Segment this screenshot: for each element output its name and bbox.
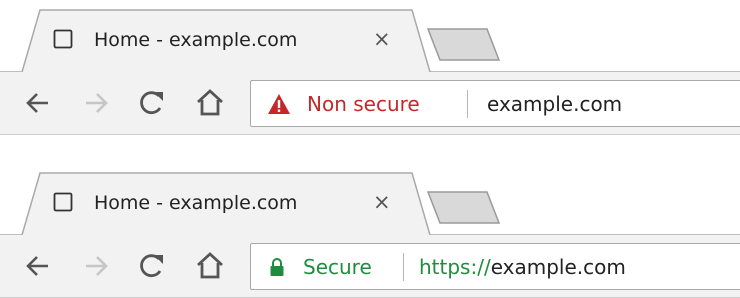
home-icon [197, 252, 223, 279]
lock-icon [270, 258, 284, 276]
forward-button[interactable] [78, 72, 114, 135]
security-status-label[interactable]: Non secure [307, 92, 420, 116]
url-scheme: https:// [419, 255, 491, 279]
address-bar[interactable]: Non secure example.com [250, 80, 740, 127]
page-icon [53, 29, 73, 49]
warning-triangle-icon [268, 94, 290, 114]
reload-icon [140, 91, 163, 115]
forward-button[interactable] [78, 235, 114, 298]
new-tab-button[interactable] [426, 28, 501, 61]
tab-title: Home - example.com [94, 192, 298, 214]
toolbar: Non secure example.com [0, 72, 740, 135]
toolbar: Secure https://example.com [0, 235, 740, 298]
home-button[interactable] [190, 235, 230, 298]
separator [403, 253, 404, 281]
address-bar[interactable]: Secure https://example.com [250, 243, 740, 290]
page-icon [53, 192, 73, 212]
url-text[interactable]: example.com [487, 92, 622, 116]
reload-button[interactable] [134, 72, 170, 135]
tab-title: Home - example.com [94, 29, 298, 51]
tab-close-button[interactable]: × [373, 190, 391, 214]
arrow-right-icon [86, 256, 108, 276]
security-status-label[interactable]: Secure [303, 255, 372, 279]
arrow-left-icon [26, 93, 48, 113]
browser-window-secure: Home - example.com × Secure https://exam… [0, 163, 740, 298]
url-text[interactable]: https://example.com [419, 255, 626, 279]
reload-button[interactable] [134, 235, 170, 298]
back-button[interactable] [20, 72, 56, 135]
url-host: example.com [490, 255, 626, 279]
browser-window-insecure: Home - example.com × Non secure example.… [0, 0, 740, 135]
home-icon [197, 89, 223, 116]
arrow-right-icon [86, 93, 108, 113]
reload-icon [140, 254, 163, 278]
home-button[interactable] [190, 72, 230, 135]
divider [0, 134, 740, 135]
new-tab-button[interactable] [426, 191, 501, 224]
back-button[interactable] [20, 235, 56, 298]
separator [467, 90, 468, 118]
tab-close-button[interactable]: × [373, 27, 391, 51]
arrow-left-icon [26, 256, 48, 276]
